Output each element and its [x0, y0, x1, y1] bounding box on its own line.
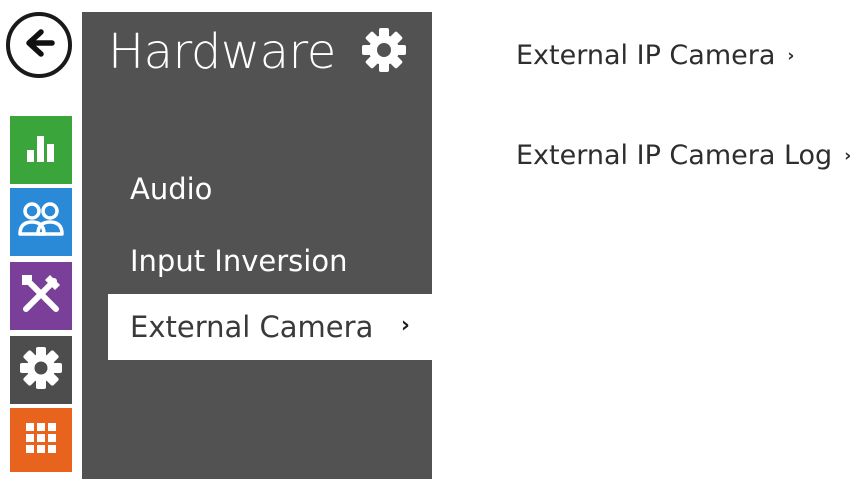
menu-item-label: External Camera — [130, 310, 374, 344]
link-label: External IP Camera — [516, 40, 776, 71]
link-external-ip-camera-log[interactable]: External IP Camera Log › — [516, 140, 851, 171]
menu-item-label: Input Inversion — [130, 244, 348, 278]
hardware-menu-panel: Hardware Audio Input Inversion External … — [82, 12, 432, 479]
chevron-right-icon: › — [787, 46, 795, 66]
chevron-right-icon: › — [844, 146, 852, 166]
nav-tile-directory[interactable] — [10, 188, 72, 256]
menu-item-audio[interactable]: Audio — [82, 156, 432, 222]
users-icon — [17, 198, 65, 246]
app-nav-rail — [0, 0, 80, 479]
menu-item-input-inversion[interactable]: Input Inversion — [82, 228, 432, 294]
chevron-right-icon: › — [400, 313, 410, 338]
menu-item-external-camera[interactable]: External Camera › — [108, 294, 432, 360]
back-button[interactable] — [6, 12, 72, 78]
nav-tile-system[interactable] — [10, 408, 72, 472]
nav-tile-status[interactable] — [10, 116, 72, 184]
menu-item-label: Audio — [130, 172, 213, 206]
grid-icon — [24, 421, 58, 459]
bar-chart-icon — [23, 130, 59, 170]
nav-tile-services[interactable] — [10, 262, 72, 330]
link-label: External IP Camera Log — [516, 140, 833, 171]
nav-tile-hardware[interactable] — [10, 336, 72, 404]
link-external-ip-camera[interactable]: External IP Camera › — [516, 40, 794, 71]
gear-icon — [18, 345, 64, 395]
panel-title: Hardware — [108, 24, 336, 80]
arrow-left-icon — [19, 23, 59, 67]
tools-icon — [16, 269, 66, 323]
settings-gear-icon[interactable] — [358, 24, 410, 76]
